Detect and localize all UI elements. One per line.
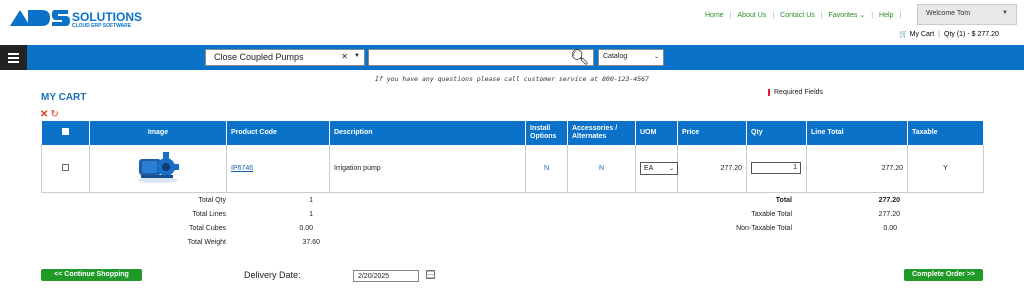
accessories-cell: N	[567, 145, 636, 193]
taxable-total-label: Taxable Total	[751, 211, 792, 218]
calendar-icon[interactable]	[426, 270, 435, 279]
qty-cell: 1	[746, 145, 807, 193]
col-image: Image	[89, 121, 227, 145]
col-taxable: Taxable	[907, 121, 984, 145]
col-line-total: Line Total	[806, 121, 908, 145]
taxable-total-value: 277.20	[878, 211, 900, 218]
nav-favorites-link[interactable]: Favorites ⌄	[829, 12, 866, 19]
svg-text:CLOUD ERP SOFTWARE: CLOUD ERP SOFTWARE	[72, 23, 132, 29]
line-total-cell: 277.20	[806, 145, 908, 193]
nav-about-link[interactable]: About Us	[738, 12, 767, 19]
non-taxable-total-value: 0.00	[883, 225, 897, 232]
total-weight-label: Total Weight	[187, 239, 226, 246]
category-value: Close Coupled Pumps	[214, 52, 304, 62]
table-header-row: Image Product Code Description Install O…	[41, 121, 984, 145]
col-price: Price	[677, 121, 747, 145]
chevron-down-icon: ▼	[1002, 10, 1008, 16]
uom-value: EA	[644, 164, 654, 172]
clear-icon[interactable]: ✕	[341, 52, 348, 61]
nav-help-link[interactable]: Help	[879, 12, 893, 19]
col-accessories: Accessories / Alternates	[567, 121, 636, 145]
cart-label: My Cart	[909, 31, 935, 38]
company-logo[interactable]: SOLUTIONS CLOUD ERP SOFTWARE	[8, 6, 143, 30]
total-cubes-value: 0.00	[299, 225, 313, 232]
search-icon[interactable]: 🔍︎	[570, 48, 589, 66]
category-select[interactable]: Close Coupled Pumps ✕ ▼	[205, 49, 365, 66]
col-product-code: Product Code	[226, 121, 330, 145]
delete-icon[interactable]: ✕	[40, 109, 48, 120]
taxable-cell: Y	[907, 145, 984, 193]
row-select-cell	[41, 145, 90, 193]
hamburger-menu-button[interactable]	[0, 45, 27, 70]
search-scope-select[interactable]: Catalog ⌄	[598, 49, 664, 66]
total-lines-label: Total Lines	[192, 211, 226, 218]
cart-summary[interactable]: 🛒 My Cart | Qty (1) - $ 277.20	[899, 30, 999, 38]
select-all-checkbox[interactable]	[61, 128, 69, 135]
svg-text:SOLUTIONS: SOLUTIONS	[72, 10, 142, 24]
delivery-date-input[interactable]: 2/20/2025	[353, 270, 419, 282]
delivery-date-label: Delivery Date:	[244, 270, 301, 280]
search-bar: Close Coupled Pumps ✕ ▼ 🔍︎ Catalog ⌄	[0, 45, 1024, 70]
cart-table: Image Product Code Description Install O…	[41, 121, 984, 193]
cart-qty-total: Qty (1) - $ 277.20	[944, 31, 999, 38]
continue-shopping-button[interactable]: << Continue Shopping	[41, 269, 142, 281]
chevron-down-icon: ⌄	[668, 165, 674, 172]
total-value: 277.20	[878, 197, 900, 204]
cart-icon: 🛒	[899, 31, 908, 38]
chevron-down-icon: ▼	[354, 53, 360, 59]
required-fields-note: Required Fields	[768, 89, 823, 96]
favorites-label: Favorites	[828, 12, 858, 19]
customer-service-notice: If you have any questions please call cu…	[375, 75, 649, 83]
chevron-down-icon: ⌄	[653, 54, 659, 60]
nav-home-link[interactable]: Home	[705, 12, 724, 19]
nav-contact-link[interactable]: Contact Us	[780, 12, 815, 19]
install-options-link[interactable]: N	[544, 165, 549, 172]
col-uom: UOM	[635, 121, 678, 145]
product-image-cell	[89, 145, 227, 193]
product-code-link[interactable]: IP6746	[231, 165, 253, 172]
total-qty-value: 1	[309, 197, 313, 204]
complete-order-button[interactable]: Complete Order >>	[904, 269, 983, 281]
select-all-header	[41, 121, 90, 145]
chevron-down-icon: ⌄	[859, 12, 866, 19]
uom-cell: EA ⌄	[635, 145, 678, 193]
uom-select[interactable]: EA ⌄	[640, 161, 678, 175]
welcome-text: Welcome Tom	[926, 10, 971, 17]
col-install-options: Install Options	[525, 121, 568, 145]
accessories-link[interactable]: N	[599, 165, 604, 172]
total-label: Total	[775, 197, 792, 204]
install-options-cell: N	[525, 145, 568, 193]
total-qty-label: Total Qty	[198, 197, 226, 204]
total-cubes-label: Total Cubes	[189, 225, 226, 232]
description-cell: Irrigation pump	[329, 145, 526, 193]
table-row: IP6746 Irrigation pump N N EA ⌄ 277.20 1 …	[41, 145, 984, 193]
non-taxable-total-label: Non-Taxable Total	[736, 225, 792, 232]
product-code-cell: IP6746	[226, 145, 330, 193]
cart-actions: ✕ ↻	[40, 109, 59, 120]
total-lines-value: 1	[309, 211, 313, 218]
col-qty: Qty	[746, 121, 807, 145]
refresh-icon[interactable]: ↻	[50, 109, 58, 120]
page-title: MY CART	[41, 92, 87, 103]
top-links: Home | About Us | Contact Us | Favorites ⌄ | Hel…	[705, 12, 902, 19]
header: SOLUTIONS CLOUD ERP SOFTWARE Home | About …	[0, 0, 1024, 43]
total-weight-value: 37.60	[302, 239, 320, 246]
row-checkbox[interactable]	[62, 163, 69, 171]
price-cell: 277.20	[677, 145, 747, 193]
qty-input[interactable]: 1	[751, 162, 801, 175]
col-description: Description	[329, 121, 526, 145]
search-input[interactable]: 🔍︎	[368, 49, 594, 66]
scope-value: Catalog	[603, 53, 628, 60]
user-menu[interactable]: Welcome Tom ▼	[917, 4, 1017, 25]
pump-image[interactable]	[135, 150, 181, 184]
